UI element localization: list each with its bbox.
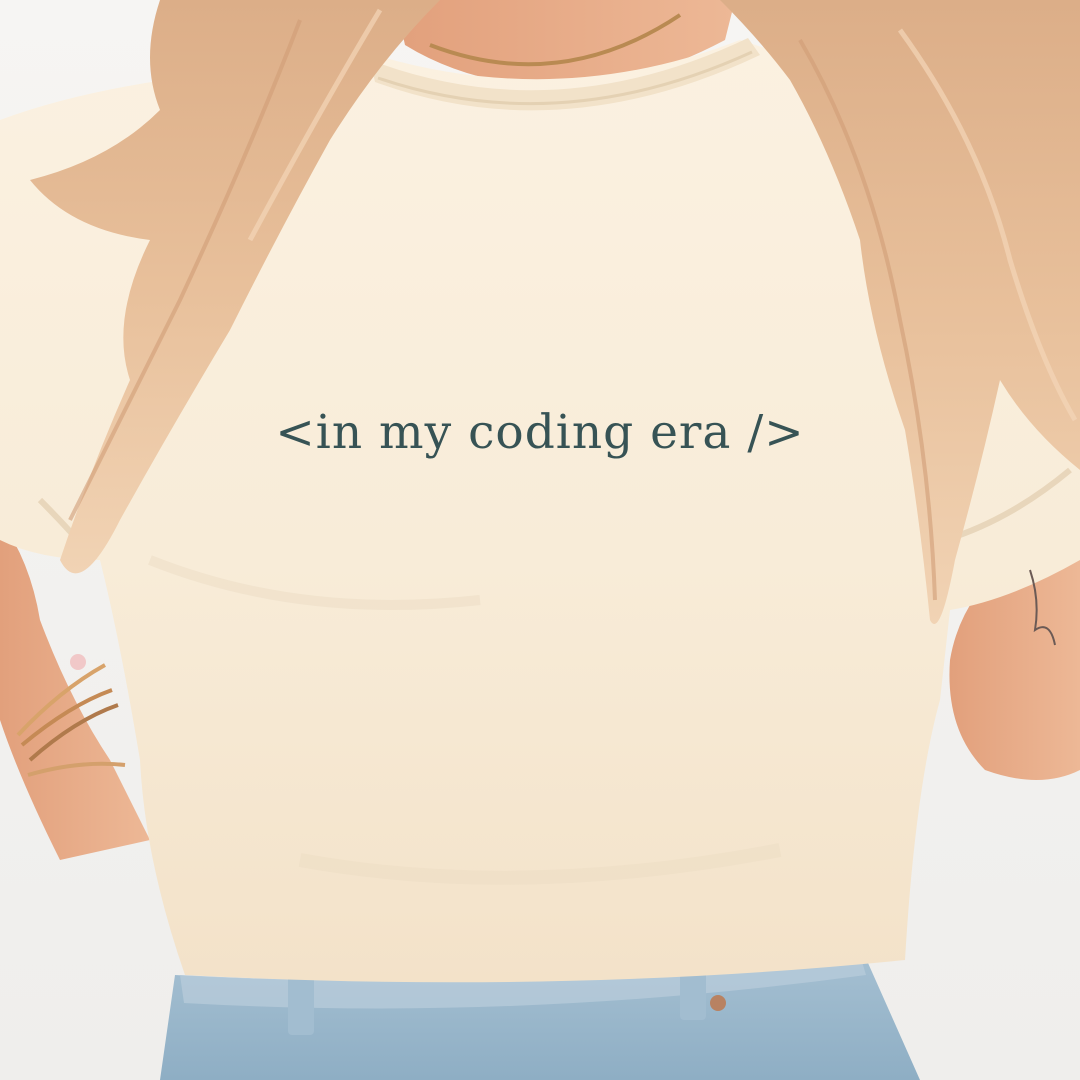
photo-artwork [0,0,1080,1080]
shirt-slogan: <in my coding era /> [275,405,805,460]
shirt-print-text: <in my coding era /> [0,405,1080,460]
belt-loop-left [288,975,314,1035]
bracelet-charm [70,654,86,670]
rivet [710,995,726,1011]
product-photo: <in my coding era /> [0,0,1080,1080]
